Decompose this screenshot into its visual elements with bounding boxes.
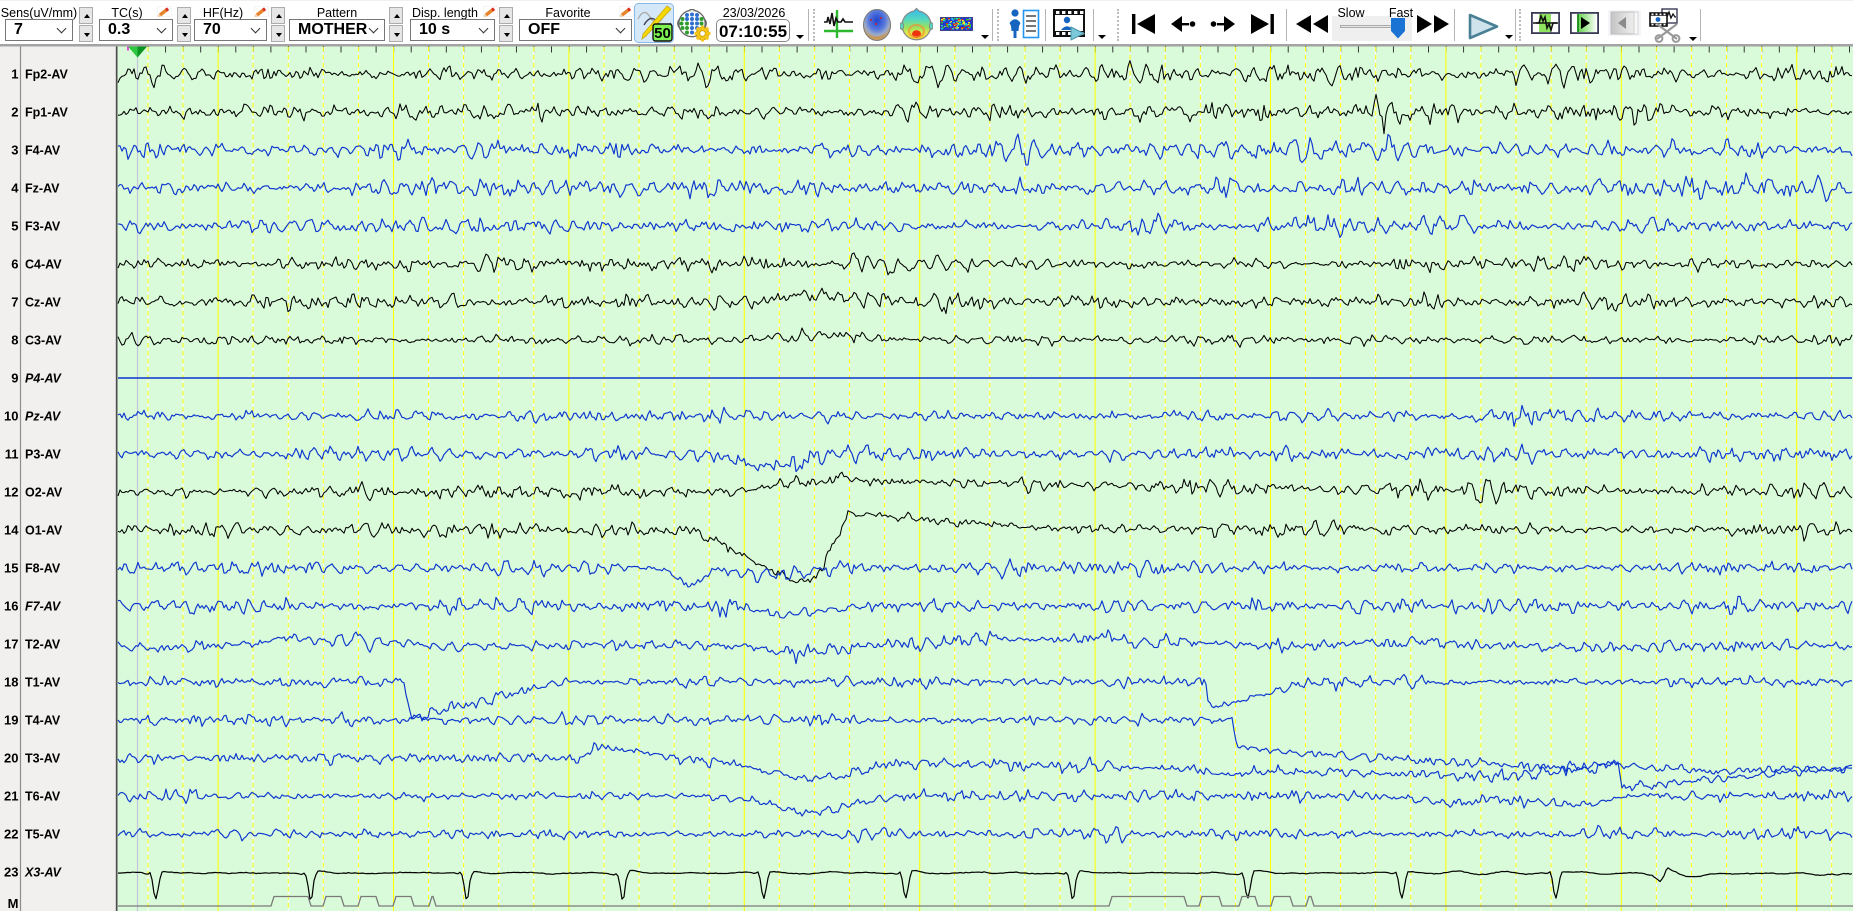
svg-text:P4-AV: P4-AV	[25, 372, 63, 386]
svg-text:P3-AV: P3-AV	[25, 448, 62, 462]
svg-text:Fz-AV: Fz-AV	[25, 182, 60, 196]
svg-text:5: 5	[11, 219, 18, 234]
svg-text:18: 18	[4, 675, 18, 690]
svg-text:23: 23	[4, 865, 18, 880]
svg-text:F8-AV: F8-AV	[25, 562, 61, 576]
svg-text:22: 22	[4, 827, 18, 842]
svg-text:21: 21	[4, 789, 18, 804]
svg-text:1: 1	[11, 67, 18, 82]
svg-text:10: 10	[4, 409, 18, 424]
svg-text:F7-AV: F7-AV	[25, 600, 62, 614]
svg-text:O1-AV: O1-AV	[25, 524, 63, 538]
svg-text:12: 12	[4, 485, 18, 500]
svg-text:Cz-AV: Cz-AV	[25, 296, 62, 310]
svg-text:T2-AV: T2-AV	[25, 638, 61, 652]
svg-text:8: 8	[11, 333, 18, 348]
svg-text:C4-AV: C4-AV	[25, 258, 62, 272]
svg-text:3: 3	[11, 143, 18, 158]
svg-text:C3-AV: C3-AV	[25, 334, 62, 348]
svg-text:20: 20	[4, 751, 18, 766]
svg-text:Fp2-AV: Fp2-AV	[25, 68, 68, 82]
svg-text:T1-AV: T1-AV	[25, 676, 61, 690]
svg-text:7: 7	[11, 295, 18, 310]
svg-text:T4-AV: T4-AV	[25, 714, 61, 728]
svg-text:14: 14	[4, 523, 19, 538]
svg-text:11: 11	[5, 447, 19, 462]
svg-text:T3-AV: T3-AV	[25, 752, 61, 766]
svg-text:X3-AV: X3-AV	[24, 866, 63, 880]
svg-text:16: 16	[4, 599, 18, 614]
svg-text:Pz-AV: Pz-AV	[25, 410, 62, 424]
svg-text:Fp1-AV: Fp1-AV	[25, 106, 68, 120]
svg-text:F4-AV: F4-AV	[25, 144, 61, 158]
svg-text:15: 15	[4, 561, 18, 576]
svg-text:9: 9	[11, 371, 18, 386]
svg-text:6: 6	[11, 257, 18, 272]
svg-text:O2-AV: O2-AV	[25, 486, 63, 500]
svg-text:M: M	[8, 896, 19, 911]
svg-text:17: 17	[4, 637, 18, 652]
svg-text:T5-AV: T5-AV	[25, 828, 61, 842]
svg-text:50: 50	[654, 25, 671, 42]
svg-text:19: 19	[4, 713, 18, 728]
svg-text:T6-AV: T6-AV	[25, 790, 61, 804]
svg-text:2: 2	[11, 105, 18, 120]
svg-text:F3-AV: F3-AV	[25, 220, 61, 234]
svg-text:4: 4	[11, 181, 19, 196]
